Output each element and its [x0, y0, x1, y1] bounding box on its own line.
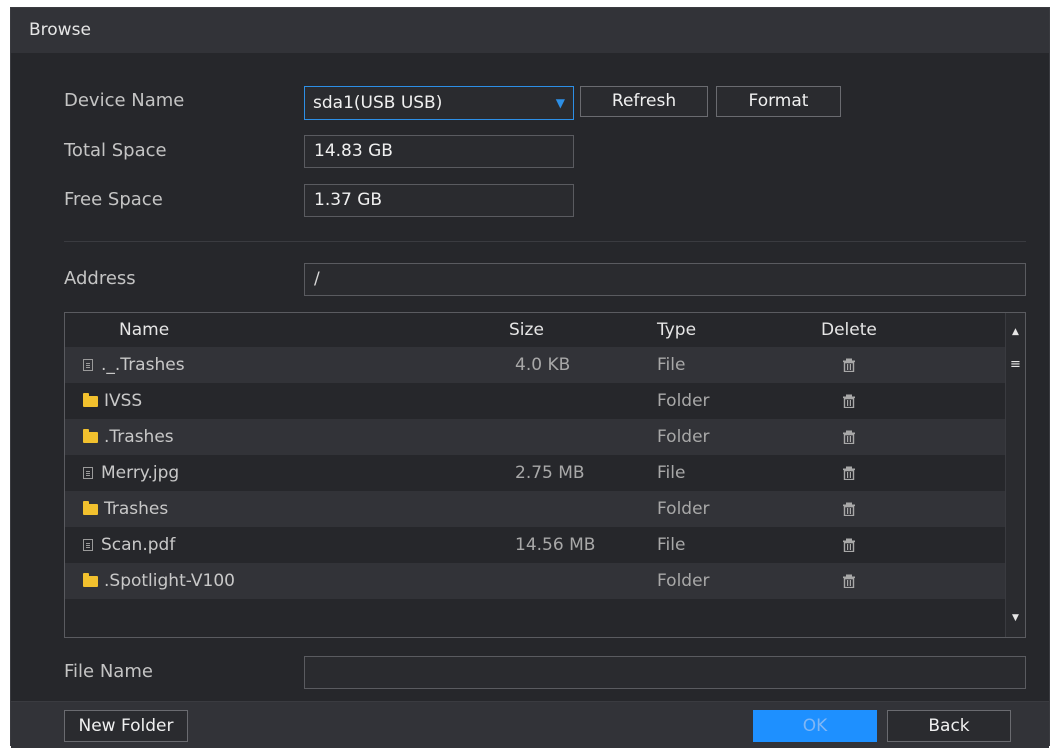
file-name-cell: Scan.pdf	[83, 527, 175, 563]
file-name-cell: .Trashes	[83, 419, 174, 455]
file-type-cell: File	[657, 355, 686, 375]
table-row[interactable]: Merry.jpg 2.75 MB File	[65, 455, 1005, 491]
col-size-header[interactable]: Size	[509, 313, 544, 347]
file-name-text: Trashes	[104, 499, 169, 519]
folder-icon	[83, 501, 98, 515]
col-type-header[interactable]: Type	[657, 313, 696, 347]
device-name-value: sda1(USB USB)	[313, 93, 443, 113]
table-row[interactable]: IVSS Folder	[65, 383, 1005, 419]
dialog-title: Browse	[11, 8, 1049, 53]
file-name-text: IVSS	[104, 391, 143, 411]
file-name-text: Merry.jpg	[101, 463, 180, 483]
file-name-text: .Trashes	[104, 427, 174, 447]
file-icon	[83, 467, 93, 479]
table-header: Name Size Type Delete	[65, 313, 1005, 347]
file-name-field[interactable]	[304, 656, 1026, 689]
col-name-header[interactable]: Name	[119, 313, 169, 347]
col-delete-header: Delete	[821, 320, 877, 340]
address-field[interactable]: /	[304, 263, 1026, 296]
table-row[interactable]: ._.Trashes 4.0 KB File	[65, 347, 1005, 383]
browse-dialog: Browse Device Name sda1(USB USB) ▼ Refre…	[10, 7, 1050, 748]
dropdown-arrow-icon[interactable]: ▼	[556, 87, 565, 119]
file-type-cell: File	[657, 535, 686, 555]
file-type-cell: Folder	[657, 571, 710, 591]
file-name-cell: Trashes	[83, 491, 168, 527]
delete-trash-icon[interactable]	[842, 502, 856, 516]
delete-trash-icon[interactable]	[842, 466, 856, 480]
scroll-thumb[interactable]: ≡	[1009, 355, 1022, 375]
free-space-label: Free Space	[64, 189, 163, 210]
table-row[interactable]: .Spotlight-V100 Folder	[65, 563, 1005, 599]
delete-trash-icon[interactable]	[842, 430, 856, 444]
delete-trash-icon[interactable]	[842, 538, 856, 552]
scroll-up-icon[interactable]: ▲	[1006, 321, 1025, 343]
total-space-label: Total Space	[64, 140, 167, 161]
file-name-cell: ._.Trashes	[83, 347, 185, 383]
table-row[interactable]: Trashes Folder	[65, 491, 1005, 527]
folder-icon	[83, 393, 98, 407]
delete-trash-icon[interactable]	[842, 574, 856, 588]
file-name-cell: Merry.jpg	[83, 455, 179, 491]
file-name-text: Scan.pdf	[101, 535, 176, 555]
file-size-cell: 2.75 MB	[515, 463, 585, 483]
delete-trash-icon[interactable]	[842, 394, 856, 408]
back-button[interactable]: Back	[887, 710, 1011, 742]
new-folder-button[interactable]: New Folder	[64, 710, 188, 742]
table-row[interactable]: Scan.pdf 14.56 MB File	[65, 527, 1005, 563]
file-type-cell: Folder	[657, 499, 710, 519]
file-name-cell: .Spotlight-V100	[83, 563, 235, 599]
refresh-button[interactable]: Refresh	[580, 86, 708, 117]
ok-button[interactable]: OK	[753, 710, 877, 742]
file-size-cell: 14.56 MB	[515, 535, 596, 555]
format-button[interactable]: Format	[716, 86, 841, 117]
device-name-label: Device Name	[64, 90, 185, 111]
scroll-down-icon[interactable]: ▼	[1006, 607, 1025, 629]
file-table: Name Size Type Delete ._.Trashes 4.0 KB Fi…	[64, 312, 1026, 638]
scrollbar[interactable]: ▲ ≡ ▼	[1005, 313, 1025, 637]
file-icon	[83, 539, 93, 551]
file-size-cell: 4.0 KB	[515, 355, 571, 375]
file-icon	[83, 359, 93, 371]
folder-icon	[83, 429, 98, 443]
footer-bar: New Folder OK Back	[11, 701, 1049, 748]
file-name-text: ._.Trashes	[101, 355, 185, 375]
free-space-field: 1.37 GB	[304, 184, 574, 217]
divider	[64, 241, 1026, 242]
total-space-field: 14.83 GB	[304, 135, 574, 168]
file-type-cell: Folder	[657, 391, 710, 411]
file-type-cell: File	[657, 463, 686, 483]
device-name-select[interactable]: sda1(USB USB) ▼	[304, 86, 574, 120]
file-name-cell: IVSS	[83, 383, 142, 419]
table-row[interactable]: .Trashes Folder	[65, 419, 1005, 455]
file-type-cell: Folder	[657, 427, 710, 447]
folder-icon	[83, 573, 98, 587]
address-label: Address	[64, 268, 136, 289]
file-name-text: .Spotlight-V100	[104, 571, 235, 591]
delete-trash-icon[interactable]	[842, 358, 856, 372]
file-name-label: File Name	[64, 661, 153, 682]
